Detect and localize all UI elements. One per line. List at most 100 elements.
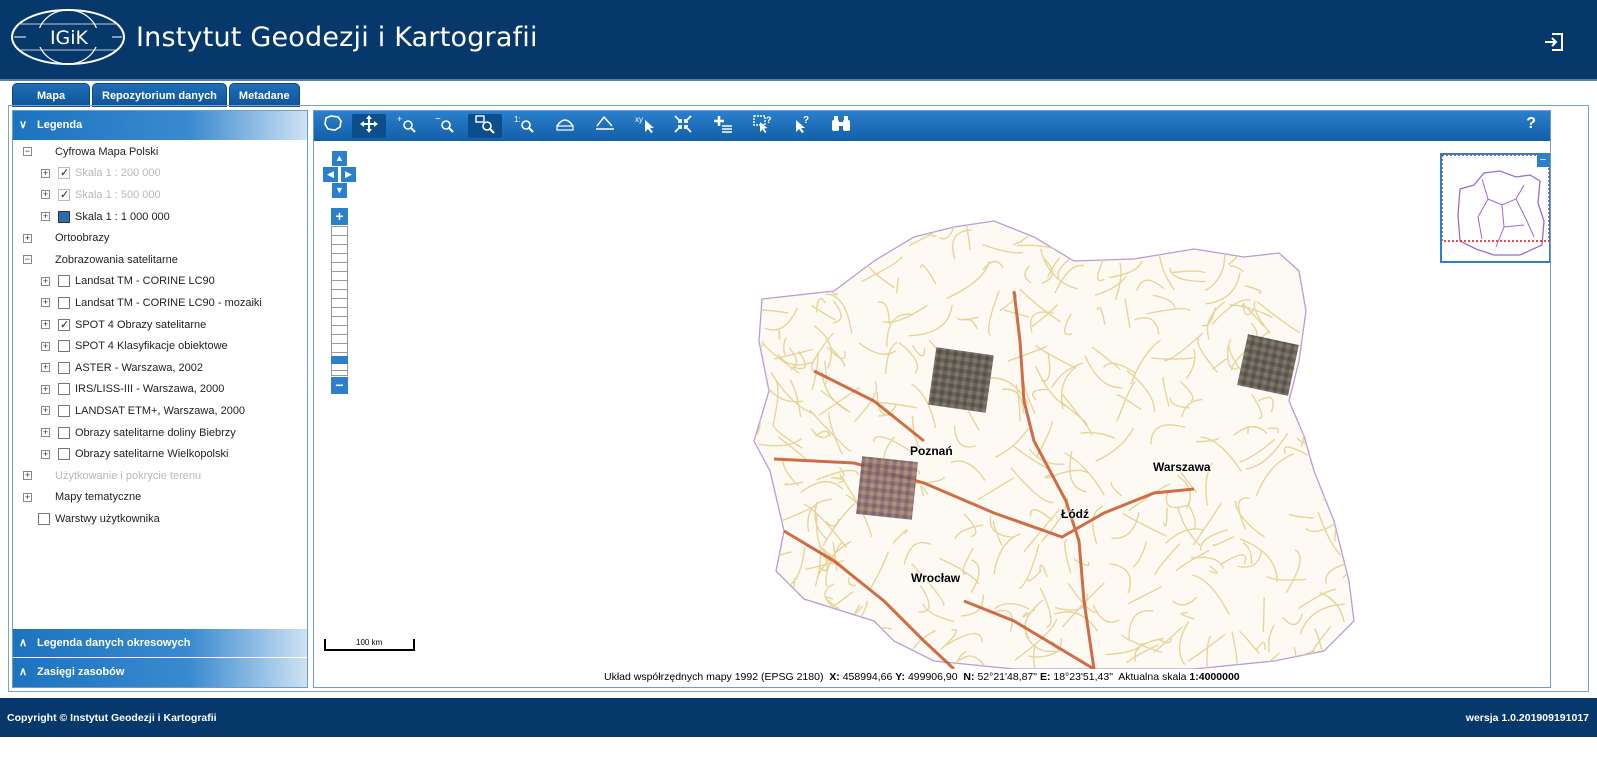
- layer-checkbox[interactable]: [58, 275, 70, 288]
- e-value: 18°23'51,43": [1053, 671, 1113, 683]
- y-label: Y:: [895, 671, 906, 683]
- tree-item-label: Skala 1 : 200 000: [75, 167, 161, 180]
- expand-icon[interactable]: +: [41, 341, 50, 351]
- n-value: 52°21'48,87": [977, 671, 1038, 683]
- expand-icon[interactable]: +: [41, 449, 50, 459]
- map-canvas[interactable]: [314, 141, 1550, 669]
- overview-collapse-button[interactable]: −: [1537, 155, 1549, 167]
- polygon-select-tool[interactable]: [316, 114, 350, 138]
- expand-icon[interactable]: +: [41, 363, 50, 373]
- logout-icon[interactable]: [1543, 31, 1565, 53]
- expand-icon[interactable]: +: [41, 406, 50, 416]
- tree-item-label: ASTER - Warszawa, 2002: [75, 361, 203, 374]
- identify-area-tool[interactable]: ?: [746, 114, 780, 138]
- city-label-wroclaw: Wrocław: [911, 571, 961, 585]
- collapse-icon[interactable]: −: [23, 255, 32, 265]
- layer-checkbox[interactable]: [58, 318, 70, 331]
- legend-periodic-header[interactable]: ∧ Legenda danych okresowych: [13, 629, 307, 658]
- layer-checkbox[interactable]: [58, 166, 70, 180]
- tree-item: + Skala 1 : 500 000: [13, 184, 307, 206]
- tree-item-label: Skala 1 : 500 000: [75, 188, 161, 201]
- coordinate-pick-tool[interactable]: xy: [628, 114, 662, 138]
- legend-tree: − Cyfrowa Mapa Polski + Skala 1 : 200 00…: [13, 141, 307, 530]
- move-icon: [360, 115, 378, 133]
- add-layer-icon: [714, 116, 732, 133]
- layer-checkbox[interactable]: [58, 340, 70, 353]
- tab-metadane[interactable]: Metadane: [228, 83, 300, 107]
- layer-checkbox[interactable]: [58, 361, 70, 374]
- tree-item: + Skala 1 : 1 000 000: [13, 206, 307, 228]
- satellite-tile: [1237, 334, 1299, 396]
- tree-item: + Ortoobrazy: [13, 227, 307, 249]
- expand-icon[interactable]: +: [41, 298, 50, 308]
- tree-item-label: Ortoobrazy: [55, 232, 110, 245]
- map-toolbar: + − 1: xy ? ? ?: [314, 111, 1550, 141]
- expand-icon[interactable]: +: [41, 320, 50, 330]
- expand-icon[interactable]: +: [41, 190, 50, 200]
- tree-item-label: Landsat TM - CORINE LC90: [75, 275, 215, 288]
- measure-area-tool[interactable]: [548, 114, 582, 138]
- identify-cursor-icon: ?: [796, 115, 809, 133]
- layer-checkbox[interactable]: [58, 296, 70, 309]
- n-label: N:: [963, 671, 975, 683]
- full-extent-tool[interactable]: [666, 114, 700, 138]
- help-button[interactable]: ?: [1526, 115, 1536, 133]
- layer-checkbox[interactable]: [58, 448, 70, 461]
- zoom-scale-tool[interactable]: 1:: [508, 114, 542, 138]
- expand-icon[interactable]: +: [23, 471, 32, 481]
- identify-point-tool[interactable]: ?: [786, 114, 820, 138]
- collapse-icon[interactable]: −: [23, 147, 32, 157]
- tree-item-label: Cyfrowa Mapa Polski: [55, 145, 159, 158]
- logo-text: IGiK: [50, 27, 89, 49]
- overview-map[interactable]: −: [1440, 153, 1550, 263]
- overview-canvas: [1441, 154, 1550, 256]
- tree-item-label: Zobrazowania satelitarne: [55, 253, 178, 266]
- chevron-up-icon: ∧: [19, 637, 28, 649]
- layer-checkbox[interactable]: [58, 383, 70, 396]
- pan-tool[interactable]: [352, 114, 386, 138]
- tree-item-label: LANDSAT ETM+, Warszawa, 2000: [75, 404, 246, 417]
- add-layer-tool[interactable]: [706, 114, 740, 138]
- layer-checkbox[interactable]: [58, 210, 70, 223]
- expand-icon[interactable]: +: [41, 384, 50, 394]
- map-view[interactable]: + − 1: xy ? ? ? ▲ ◀ ▶ ▼ + − Poznań Warsz…: [313, 110, 1551, 688]
- measure-profile-tool[interactable]: [588, 114, 622, 138]
- tree-item: Warstwy użytkownika: [13, 508, 307, 530]
- layer-checkbox[interactable]: [58, 404, 70, 417]
- expand-icon[interactable]: +: [41, 276, 50, 286]
- scale-bar: 100 km: [324, 638, 415, 651]
- legend-header[interactable]: ∨ Legenda: [13, 111, 307, 140]
- tree-item: + ASTER - Warszawa, 2002: [13, 357, 307, 379]
- tree-item-label: Obrazy satelitarne Wielkopolski: [75, 448, 229, 461]
- expand-icon[interactable]: +: [41, 212, 50, 222]
- tree-item: + LANDSAT ETM+, Warszawa, 2000: [13, 400, 307, 422]
- scale-label: Aktualna skala: [1118, 671, 1187, 683]
- expand-icon[interactable]: +: [23, 492, 32, 502]
- resource-extents-header[interactable]: ∧ Zasięgi zasobów: [13, 658, 307, 687]
- zoom-box-icon: [475, 115, 495, 134]
- svg-text:?: ?: [803, 115, 809, 126]
- layer-checkbox[interactable]: [58, 188, 70, 201]
- tab-repozytorium[interactable]: Repozytorium danych: [92, 83, 227, 107]
- tree-item-label: Mapy tematyczne: [55, 491, 142, 504]
- chevron-down-icon: ∨: [19, 119, 28, 131]
- layer-checkbox[interactable]: [38, 512, 50, 525]
- layer-checkbox[interactable]: [58, 426, 70, 439]
- expand-icon[interactable]: +: [23, 233, 32, 243]
- expand-icon[interactable]: +: [41, 428, 50, 438]
- legend-panel: ∨ Legenda − Cyfrowa Mapa Polski + Skala …: [12, 110, 308, 688]
- expand-icon[interactable]: +: [41, 168, 50, 178]
- bottom-accordions: ∧ Legenda danych okresowych ∧ Zasięgi za…: [13, 629, 307, 687]
- zoom-out-tool[interactable]: −: [428, 114, 462, 138]
- igik-logo: IGiK: [11, 9, 125, 65]
- search-tool[interactable]: [824, 114, 858, 138]
- chevron-up-icon: ∧: [19, 666, 28, 678]
- zoom-box-tool[interactable]: [468, 114, 502, 138]
- zoom-in-tool[interactable]: +: [390, 114, 424, 138]
- zoom-one-to-one-icon: 1:: [514, 115, 534, 133]
- tab-mapa[interactable]: Mapa: [12, 83, 90, 107]
- city-label-lodz: Łódź: [1061, 507, 1089, 521]
- accordion-label: Zasięgi zasobów: [37, 666, 125, 678]
- tree-item: + Obrazy satelitarne Wielkopolski: [13, 443, 307, 465]
- scale-value: 1:4000000: [1189, 671, 1240, 683]
